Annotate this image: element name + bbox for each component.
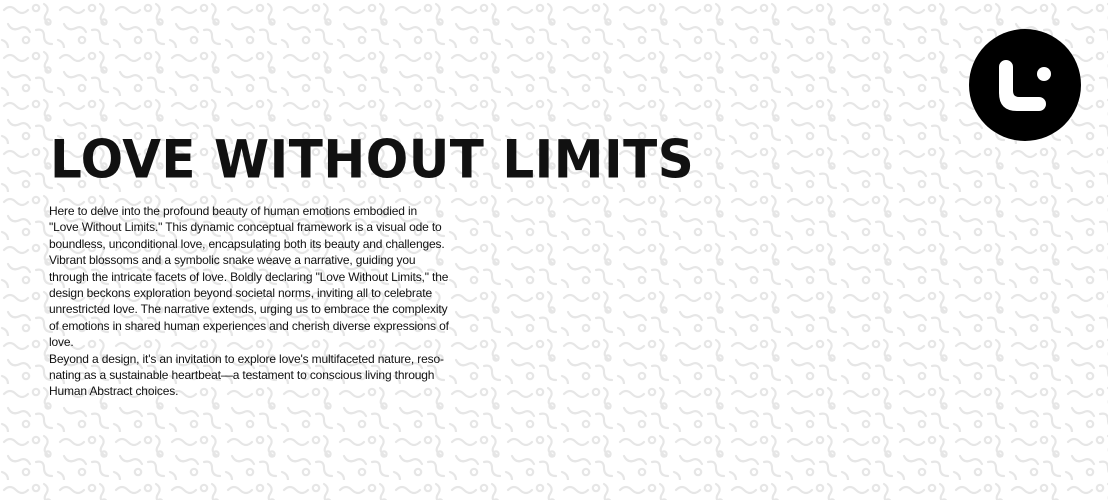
description-paragraph: Here to delve into the profound beauty o… [49, 204, 449, 350]
description: Here to delve into the profound beauty o… [49, 203, 499, 400]
brand-logo-icon [969, 29, 1081, 141]
description-paragraph: Beyond a design, it's an invitation to e… [49, 351, 444, 399]
page-title: LOVE WITHOUT LIMITS [50, 129, 695, 190]
